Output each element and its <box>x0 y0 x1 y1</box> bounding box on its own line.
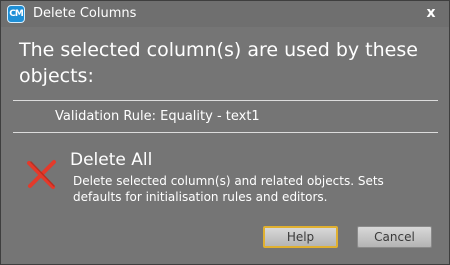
dialog-heading: The selected column(s) are used by these… <box>19 39 418 87</box>
divider-top <box>13 100 438 101</box>
delete-columns-dialog: CM Delete Columns x The selected column(… <box>0 0 450 265</box>
help-button[interactable]: Help <box>263 226 338 248</box>
delete-all-description: Delete selected column(s) and related ob… <box>73 174 384 204</box>
title-bar[interactable]: CM Delete Columns x <box>1 1 449 27</box>
delete-all-option[interactable]: Delete All <box>70 150 152 170</box>
divider-bottom <box>13 132 438 133</box>
red-x-icon[interactable] <box>25 157 59 191</box>
window-title: Delete Columns <box>33 6 137 21</box>
app-logo-icon: CM <box>7 5 25 23</box>
close-icon[interactable]: x <box>423 4 439 22</box>
list-item: Validation Rule: Equality - text1 <box>55 109 260 124</box>
cancel-button[interactable]: Cancel <box>357 226 432 248</box>
